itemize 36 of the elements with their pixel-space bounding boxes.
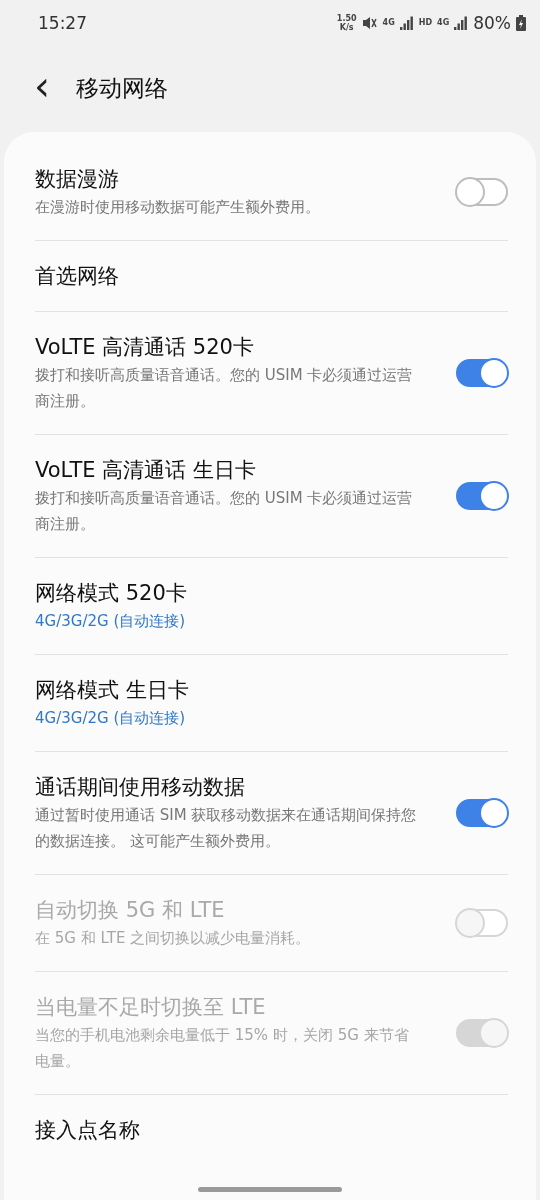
home-indicator[interactable] <box>198 1187 342 1192</box>
setting-description: 在漫游时使用移动数据可能产生额外费用。 <box>35 197 321 218</box>
setting-description: 当您的手机电池剩余电量低于 15% 时，关闭 5G 来节省电量。 <box>35 1025 410 1072</box>
network-type: 4G <box>437 18 450 27</box>
hd-label: HD <box>418 18 433 27</box>
mute-icon <box>361 15 378 30</box>
signal-icon <box>399 15 414 30</box>
setting-title: 首选网络 <box>35 263 120 290</box>
toggle-switch[interactable] <box>456 799 508 827</box>
setting-title: 网络模式 520卡 <box>35 580 188 607</box>
setting-description: 在 5G 和 LTE 之间切换以减少电量消耗。 <box>35 928 312 949</box>
setting-title: VoLTE 高清通话 520卡 <box>35 334 255 361</box>
back-button[interactable]: ‹ <box>30 65 54 112</box>
setting-value: 4G/3G/2G (自动连接) <box>35 611 187 632</box>
setting-description: 拨打和接听高质量语音通话。您的 USIM 卡必须通过运营商注册。 <box>35 365 414 412</box>
page-title: 移动网络 <box>76 74 168 103</box>
setting-title: 接入点名称 <box>35 1117 141 1144</box>
battery-charging-icon <box>516 14 526 31</box>
setting-title: VoLTE 高清通话 生日卡 <box>35 457 257 484</box>
setting-description: 通过暂时使用通话 SIM 获取移动数据来在通话期间保持您的数据连接。 这可能产生额外费用。 <box>35 805 418 852</box>
toggle-switch[interactable] <box>456 178 508 206</box>
setting-title: 自动切换 5G 和 LTE <box>35 897 226 924</box>
battery-level: 80% <box>473 12 511 33</box>
setting-description: 拨打和接听高质量语音通话。您的 USIM 卡必须通过运营商注册。 <box>35 488 414 535</box>
network-speed-unit: K/s <box>339 22 354 32</box>
status-time: 15:27 <box>38 12 87 33</box>
network-type: 4G <box>382 18 395 27</box>
setting-title: 网络模式 生日卡 <box>35 677 190 704</box>
toggle-switch[interactable] <box>456 482 508 510</box>
setting-title: 当电量不足时切换至 LTE <box>35 994 267 1021</box>
toggle-switch[interactable] <box>456 359 508 387</box>
setting-title: 数据漫游 <box>35 166 120 193</box>
setting-value: 4G/3G/2G (自动连接) <box>35 708 187 729</box>
setting-title: 通话期间使用移动数据 <box>35 774 246 801</box>
network-speed: 1.50 <box>336 13 357 23</box>
signal-icon <box>454 15 469 30</box>
